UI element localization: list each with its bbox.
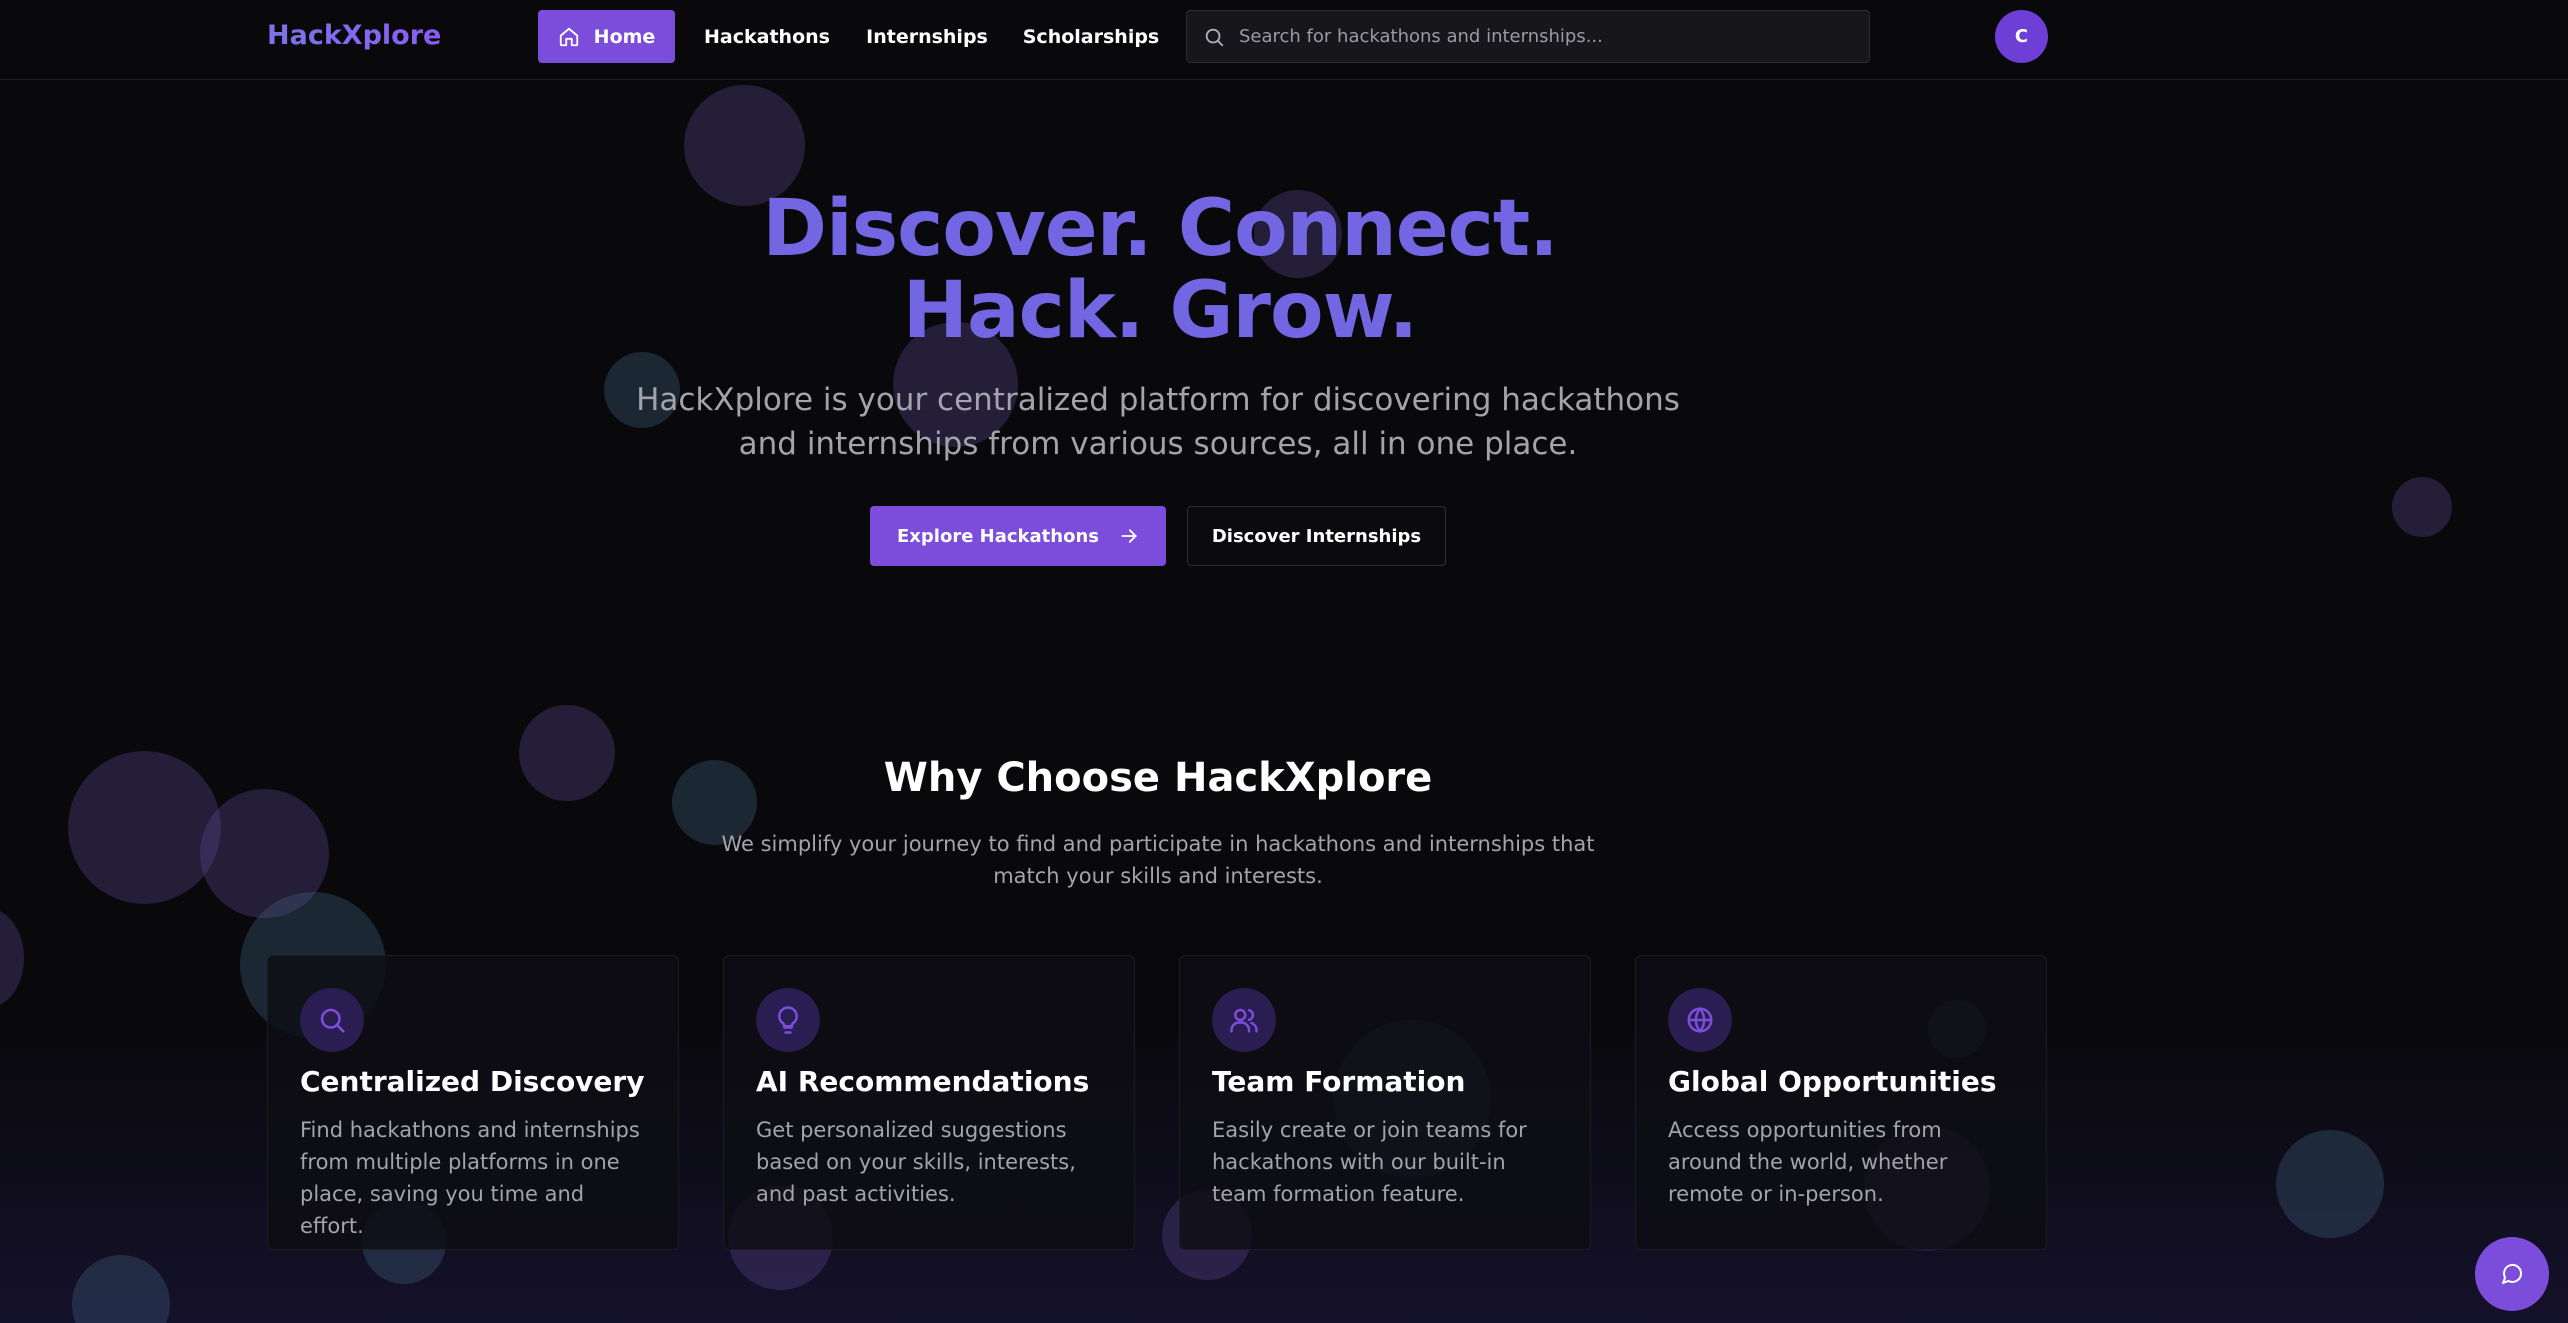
feature-card-ai-recommendations: AI Recommendations Get personalized sugg… bbox=[723, 955, 1135, 1250]
nav-item-label: Internships bbox=[866, 25, 988, 48]
feature-card-global-opportunities: Global Opportunities Access opportunitie… bbox=[1635, 955, 2047, 1250]
feature-card-centralized-discovery: Centralized Discovery Find hackathons an… bbox=[267, 955, 679, 1250]
feature-card-team-formation: Team Formation Easily create or join tea… bbox=[1179, 955, 1591, 1250]
decorative-bubble bbox=[2276, 1130, 2384, 1238]
hero-title-line-1: Discover. Connect. bbox=[762, 184, 1559, 274]
explore-hackathons-button[interactable]: Explore Hackathons bbox=[870, 506, 1166, 566]
globe-icon bbox=[1687, 1006, 1713, 1034]
decorative-bubble bbox=[0, 908, 24, 1008]
nav-item-scholarships[interactable]: Scholarships bbox=[1022, 10, 1160, 63]
decorative-bubble bbox=[2392, 477, 2452, 537]
brand-logo[interactable]: HackXplore bbox=[267, 20, 441, 51]
feature-description: Easily create or join teams for hackatho… bbox=[1212, 1118, 1527, 1206]
section-title: Why Choose HackXplore bbox=[883, 755, 1433, 801]
chat-icon bbox=[2502, 1263, 2523, 1284]
search-bar[interactable] bbox=[1186, 10, 1870, 63]
button-label: Discover Internships bbox=[1211, 525, 1422, 547]
hero-subtitle: HackXplore is your centralized platform … bbox=[636, 382, 1680, 462]
nav-item-hackathons[interactable]: Hackathons bbox=[702, 10, 832, 63]
section-subtitle: We simplify your journey to find and par… bbox=[721, 832, 1595, 888]
feature-description: Access opportunities from around the wor… bbox=[1668, 1118, 1948, 1206]
nav-item-label: Hackathons bbox=[704, 25, 830, 48]
search-icon bbox=[1205, 28, 1224, 46]
feature-description: Find hackathons and internships from mul… bbox=[300, 1118, 640, 1238]
hero-title: Discover. Connect. Hack. Grow. bbox=[0, 188, 2320, 352]
search-icon bbox=[320, 1008, 345, 1033]
feature-title: Centralized Discovery bbox=[300, 1065, 645, 1098]
feature-title: Global Opportunities bbox=[1668, 1065, 1997, 1098]
chat-button[interactable] bbox=[2475, 1237, 2549, 1311]
home-icon bbox=[559, 27, 578, 46]
nav-item-internships[interactable]: Internships bbox=[866, 10, 988, 63]
feature-icon-badge bbox=[1668, 988, 1732, 1052]
feature-icon-badge bbox=[756, 988, 820, 1052]
decorative-bubble bbox=[72, 1255, 170, 1323]
nav-item-label: Scholarships bbox=[1022, 25, 1160, 48]
top-navbar: HackXplore Home Hackathons Internships S… bbox=[0, 0, 2568, 80]
user-avatar[interactable]: C bbox=[1995, 10, 2048, 63]
feature-title: Team Formation bbox=[1212, 1065, 1466, 1098]
discover-internships-button[interactable]: Discover Internships bbox=[1187, 506, 1446, 566]
feature-description: Get personalized suggestions based on yo… bbox=[756, 1118, 1076, 1206]
nav-item-label: Home bbox=[593, 25, 656, 48]
nav-item-home[interactable]: Home bbox=[538, 10, 675, 63]
arrow-right-icon bbox=[1121, 529, 1137, 543]
users-icon bbox=[1230, 1008, 1258, 1033]
feature-icon-badge bbox=[300, 988, 364, 1052]
feature-title: AI Recommendations bbox=[756, 1065, 1090, 1098]
hero-title-line-2: Hack. Grow. bbox=[902, 266, 1419, 356]
search-input[interactable] bbox=[1239, 26, 1839, 47]
decorative-bubble bbox=[200, 789, 329, 918]
feature-icon-badge bbox=[1212, 988, 1276, 1052]
lightbulb-icon bbox=[778, 1006, 798, 1034]
button-label: Explore Hackathons bbox=[897, 525, 1099, 547]
